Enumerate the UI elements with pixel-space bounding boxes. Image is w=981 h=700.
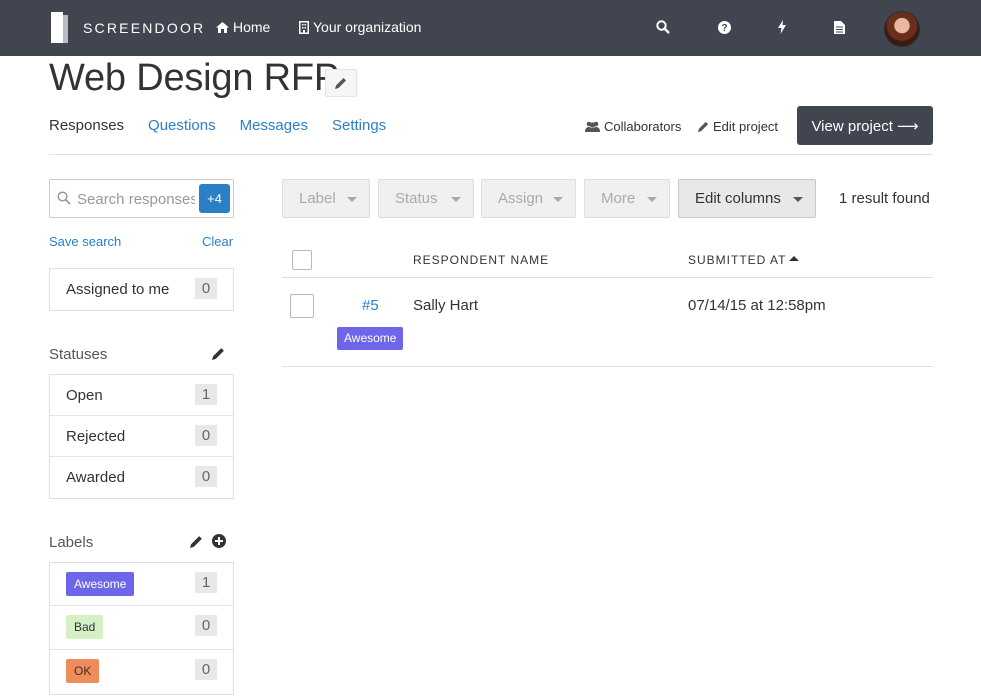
pencil-icon — [335, 78, 346, 89]
users-icon — [585, 121, 600, 132]
status-label: Awarded — [66, 469, 125, 486]
label-count: 1 — [195, 572, 217, 593]
response-id-link[interactable]: #5 — [362, 297, 379, 314]
label-ok[interactable]: OK 0 — [50, 650, 233, 694]
row-checkbox[interactable] — [290, 294, 314, 318]
label-awesome[interactable]: Awesome 1 — [50, 563, 233, 606]
caret-down-icon — [347, 197, 357, 202]
label-count: 0 — [195, 615, 217, 636]
tab-questions[interactable]: Questions — [148, 117, 216, 134]
status-label: Open — [66, 387, 103, 404]
status-open[interactable]: Open 1 — [50, 375, 233, 416]
label-pill: OK — [66, 659, 100, 683]
help-icon[interactable]: ? — [715, 18, 733, 36]
label-pill: Awesome — [66, 572, 135, 596]
lightning-icon[interactable] — [773, 18, 791, 36]
tab-responses[interactable]: Responses — [49, 117, 124, 134]
table-row-divider — [282, 366, 933, 367]
collaborators-label: Collaborators — [604, 119, 682, 134]
status-count: 0 — [195, 425, 217, 446]
building-icon — [299, 20, 309, 34]
screendoor-logo[interactable]: SCREENDOOR — [51, 12, 205, 43]
edit-labels-pencil-icon[interactable] — [190, 535, 203, 548]
more-dropdown-button[interactable]: More — [584, 179, 670, 218]
status-count: 1 — [195, 384, 217, 405]
statuses-heading: Statuses — [49, 346, 108, 363]
view-project-button[interactable]: View project ⟶ — [797, 106, 933, 145]
filter-label: Assigned to me — [66, 281, 170, 298]
clear-search-link[interactable]: Clear — [202, 234, 233, 249]
assigned-filter-box: Assigned to me 0 — [49, 268, 234, 311]
column-header-submitted-at[interactable]: SUBMITTED AT — [688, 253, 786, 267]
statuses-list: Open 1 Rejected 0 Awarded 0 — [49, 374, 234, 499]
assign-dropdown-button[interactable]: Assign — [481, 179, 576, 218]
home-icon — [216, 21, 229, 33]
status-count: 0 — [195, 466, 217, 487]
header-divider — [49, 154, 933, 155]
document-icon[interactable] — [830, 18, 848, 36]
status-rejected[interactable]: Rejected 0 — [50, 416, 233, 457]
nav-home-label: Home — [233, 19, 271, 35]
edit-columns-text: Edit columns — [695, 190, 781, 207]
brand-name: SCREENDOOR — [83, 19, 206, 36]
edit-columns-button[interactable]: Edit columns — [678, 179, 816, 218]
labels-list: Awesome 1 Bad 0 OK 0 — [49, 562, 234, 695]
svg-text:?: ? — [721, 23, 727, 34]
label-dropdown-text: Label — [299, 190, 336, 207]
respondent-name: Sally Hart — [413, 297, 479, 314]
edit-title-button[interactable] — [325, 69, 357, 97]
response-label-tag: Awesome — [337, 327, 404, 350]
edit-project-label: Edit project — [713, 119, 779, 134]
status-awarded[interactable]: Awarded 0 — [50, 457, 233, 498]
nav-organization-label: Your organization — [313, 19, 422, 35]
label-count: 0 — [195, 659, 217, 680]
status-label: Rejected — [66, 428, 126, 445]
column-header-respondent-name[interactable]: RESPONDENT NAME — [413, 253, 549, 267]
result-count: 1 result found — [839, 190, 930, 207]
search-input[interactable] — [77, 188, 195, 210]
labels-heading: Labels — [49, 534, 94, 551]
label-pill: Bad — [66, 615, 104, 639]
add-label-plus-icon[interactable] — [212, 534, 226, 548]
sort-ascending-icon[interactable] — [789, 256, 799, 261]
filter-count-button[interactable]: +4 — [199, 184, 230, 213]
caret-down-icon — [793, 197, 803, 202]
edit-project-link[interactable]: Edit project — [698, 119, 778, 134]
tab-settings[interactable]: Settings — [332, 117, 386, 134]
search-icon[interactable] — [654, 18, 672, 36]
more-dropdown-text: More — [601, 190, 636, 207]
caret-down-icon — [647, 197, 657, 202]
label-dropdown-button[interactable]: Label — [282, 179, 370, 218]
edit-statuses-pencil-icon[interactable] — [212, 347, 225, 360]
search-icon — [57, 191, 71, 205]
collaborators-link[interactable]: Collaborators — [585, 119, 681, 134]
table-header-divider — [282, 277, 933, 278]
nav-your-organization[interactable]: Your organization — [299, 19, 421, 35]
assign-dropdown-text: Assign — [498, 190, 544, 207]
status-dropdown-text: Status — [395, 190, 438, 207]
label-bad[interactable]: Bad 0 — [50, 606, 233, 650]
filter-assigned-to-me[interactable]: Assigned to me 0 — [50, 269, 233, 310]
pencil-icon — [698, 121, 709, 132]
submitted-at: 07/14/15 at 12:58pm — [688, 297, 826, 314]
tab-messages[interactable]: Messages — [240, 117, 308, 134]
select-all-checkbox[interactable] — [292, 250, 312, 270]
door-logo-icon — [51, 12, 69, 43]
top-navbar: SCREENDOOR Home Your organization ? — [0, 0, 981, 56]
user-avatar[interactable] — [884, 11, 920, 47]
save-search-link[interactable]: Save search — [49, 234, 121, 249]
caret-down-icon — [451, 197, 461, 202]
nav-home[interactable]: Home — [216, 19, 270, 35]
search-box: +4 — [49, 179, 234, 218]
filter-count: 0 — [195, 278, 217, 299]
caret-down-icon — [553, 197, 563, 202]
status-dropdown-button[interactable]: Status — [378, 179, 474, 218]
project-tabs: Responses Questions Messages Settings — [49, 117, 410, 134]
page-title: Web Design RFP — [49, 57, 340, 99]
